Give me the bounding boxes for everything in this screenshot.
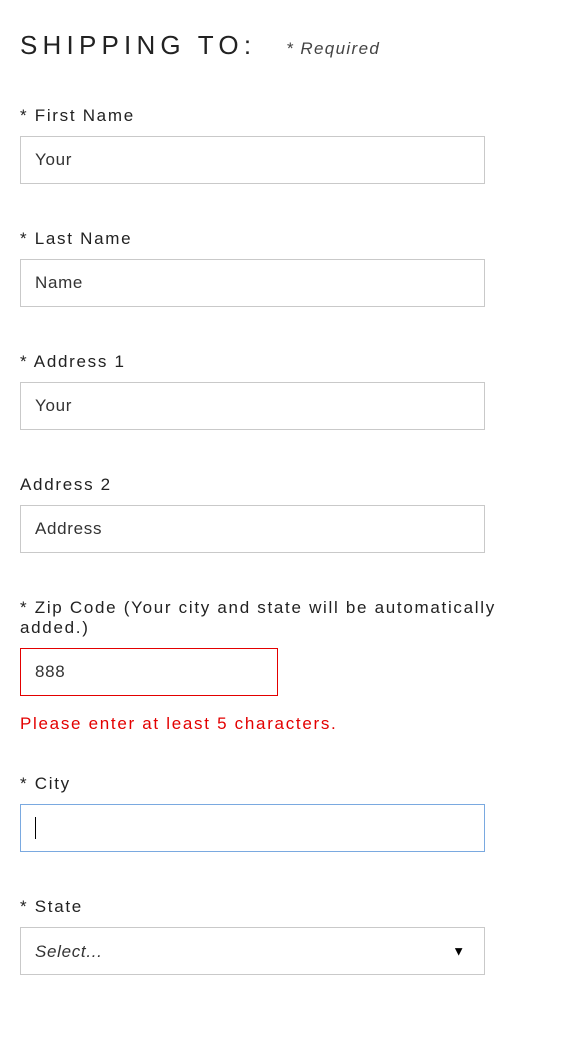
city-input[interactable] [20,804,485,852]
field-first-name: * First Name [20,106,566,184]
required-note: * Required [286,39,380,59]
zip-error-message: Please enter at least 5 characters. [20,714,566,734]
field-zip: * Zip Code (Your city and state will be … [20,598,566,696]
zip-input[interactable] [20,648,278,696]
first-name-label: * First Name [20,106,566,126]
address1-label: * Address 1 [20,352,566,372]
last-name-label: * Last Name [20,229,566,249]
field-address1: * Address 1 [20,352,566,430]
address1-input[interactable] [20,382,485,430]
field-city: * City [20,774,566,852]
form-header: SHIPPING TO: * Required [20,30,566,61]
field-state: * State Select... ▼ [20,897,566,975]
field-last-name: * Last Name [20,229,566,307]
text-cursor-icon [35,817,36,839]
first-name-input[interactable] [20,136,485,184]
address2-input[interactable] [20,505,485,553]
field-address2: Address 2 [20,475,566,553]
address2-label: Address 2 [20,475,566,495]
city-label: * City [20,774,566,794]
state-select[interactable]: Select... [20,927,485,975]
state-label: * State [20,897,566,917]
zip-label: * Zip Code (Your city and state will be … [20,598,566,638]
state-select-wrap: Select... ▼ [20,927,485,975]
page-title: SHIPPING TO: [20,30,256,61]
last-name-input[interactable] [20,259,485,307]
